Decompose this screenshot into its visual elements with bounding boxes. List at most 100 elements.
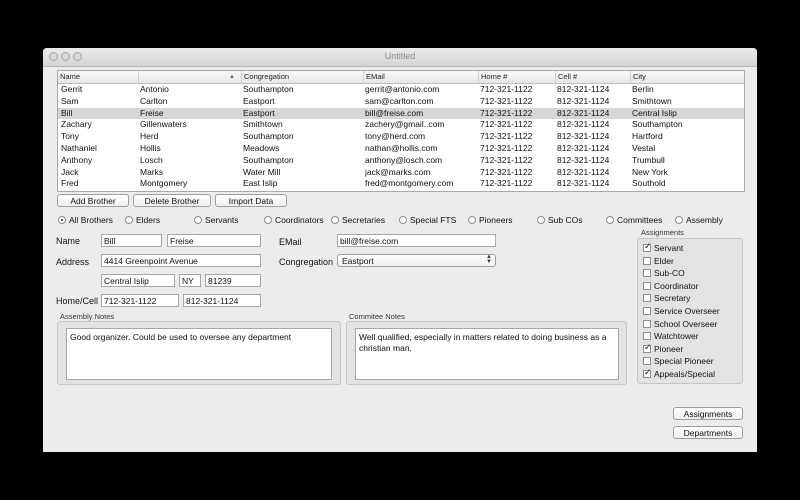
filter-radio-servants[interactable]: Servants <box>194 214 239 226</box>
table-cell-last-name: Antonio <box>140 84 169 94</box>
first-name-field[interactable]: Bill <box>101 234 162 247</box>
table-cell-city: Vestal <box>632 143 656 153</box>
table-row[interactable]: Anthony Losch Southampton anthony@losch.com… <box>58 155 744 167</box>
table-cell-last-name: Freise <box>140 107 164 118</box>
checkbox-box <box>643 241 652 254</box>
filter-radio-sub-cos[interactable]: Sub COs <box>537 214 583 226</box>
table-row[interactable]: Zachary Gillenwaters Smithtown zachery@gmai… <box>58 119 744 131</box>
table-row[interactable]: Jack Marks Water Mill jack@marks.com 712-321… <box>58 167 744 179</box>
table-cell-city: New York <box>632 166 668 177</box>
committee-notes-title: Commitee Notes <box>349 312 405 321</box>
zip-field[interactable]: 81239 <box>205 274 261 287</box>
table-cell-first-name: Anthony <box>61 154 93 165</box>
assignment-checkbox-elder[interactable]: Elder <box>643 255 674 268</box>
delete-brother-button[interactable]: Delete Brother <box>133 194 211 207</box>
checkbox-box <box>643 332 651 341</box>
assignment-checkbox-secretary[interactable]: Secretary <box>643 292 690 305</box>
table-cell-email: sam@carlton.com <box>365 95 434 106</box>
table-row[interactable]: Fred Montgomery East Islip fred@montgomery.… <box>58 178 744 190</box>
radio-dot <box>399 216 407 224</box>
checkbox-label: Pioneer <box>654 343 684 354</box>
table-cell-cell-phone: 812-321-1124 <box>557 107 610 118</box>
table-row[interactable]: Gerrit Antonio Southampton gerrit@antonio.c… <box>58 84 744 96</box>
table-cell-congregation: Southampton <box>243 131 294 142</box>
table-cell-cell-phone: 812-321-1124 <box>557 119 610 130</box>
filter-radio-secretaries[interactable]: Secretaries <box>331 214 385 226</box>
column-header-name[interactable]: Name <box>58 71 138 83</box>
state-field[interactable]: NY <box>179 274 201 287</box>
table-cell-congregation: Eastport <box>243 107 275 118</box>
import-data-button[interactable]: Import Data <box>215 194 287 207</box>
column-header-surname[interactable]: ▲ <box>138 71 241 83</box>
table-cell-email: anthony@losch.com <box>365 154 443 165</box>
table-cell-cell-phone: 812-321-1124 <box>557 143 610 153</box>
table-row[interactable]: Bill Freise Eastport bill@freise.com 712-321… <box>58 107 744 120</box>
filter-radio-special-fts[interactable]: Special FTS <box>399 214 456 226</box>
table-row[interactable]: Nathaniel Hollis Meadows nathan@hollis.com 7… <box>58 143 744 155</box>
column-header-city[interactable]: City <box>630 71 744 83</box>
table-row[interactable]: Tony Herd Southampton tony@herd.com 712-321-… <box>58 131 744 143</box>
home-phone-field[interactable]: 712-321-1122 <box>101 294 179 307</box>
assignment-checkbox-school-overseer[interactable]: School Overseer <box>643 318 717 331</box>
table-cell-city: Central Islip <box>632 107 677 118</box>
table-cell-last-name: Herd <box>140 131 159 142</box>
assignments-title: Assignments <box>641 228 684 237</box>
filter-radio-pioneers[interactable]: Pioneers <box>468 214 513 226</box>
table-cell-last-name: Montgomery <box>140 178 188 189</box>
email-field[interactable]: bill@freise.com <box>337 234 496 247</box>
committee-notes-textarea[interactable]: Well qualified, especially in matters re… <box>355 328 619 380</box>
assignments-button[interactable]: Assignments <box>673 407 743 420</box>
assignment-checkbox-coordinator[interactable]: Coordinator <box>643 280 698 293</box>
filter-radio-elders[interactable]: Elders <box>125 214 160 226</box>
checkbox-label: Servant <box>654 243 684 253</box>
table-cell-first-name: Gerrit <box>61 84 83 94</box>
column-header-home-phone[interactable]: Home # <box>478 71 555 83</box>
table-cell-email: nathan@hollis.com <box>365 143 438 153</box>
checkbox-label: Special Pioneer <box>654 356 714 367</box>
checkbox-label: Appeals/Special <box>654 369 715 379</box>
updown-arrows-icon: ▲ ▼ <box>486 254 492 265</box>
column-header-email[interactable]: EMail <box>363 71 478 83</box>
column-header-congregation[interactable]: Congregation <box>241 71 363 83</box>
column-header-cell-phone[interactable]: Cell # <box>555 71 630 83</box>
table-cell-last-name: Carlton <box>140 95 168 106</box>
table-cell-city: Hartford <box>632 131 663 142</box>
filter-radio-all-brothers[interactable]: All Brothers <box>58 214 113 226</box>
assignment-checkbox-pioneer[interactable]: Pioneer <box>643 342 684 356</box>
checkbox-label: Watchtower <box>654 331 699 342</box>
assignment-checkbox-sub-co[interactable]: Sub-CO <box>643 267 685 280</box>
radio-dot <box>468 216 476 224</box>
filter-radio-committees[interactable]: Committees <box>606 214 662 226</box>
table-cell-email: fred@montgomery.com <box>365 178 454 189</box>
cell-phone-field[interactable]: 812-321-1124 <box>183 294 261 307</box>
last-name-field[interactable]: Freise <box>167 234 261 247</box>
congregation-label: Congregation <box>279 257 334 267</box>
checkbox-box <box>643 307 651 315</box>
radio-dot <box>194 216 202 224</box>
city-field[interactable]: Central Islip <box>101 274 175 287</box>
assignments-group: Servant Elder Sub-COCoordinator Secretary Se… <box>637 238 743 384</box>
filter-radio-coordinators[interactable]: Coordinators <box>264 214 324 226</box>
checkbox-box <box>643 319 651 328</box>
radio-dot <box>537 216 545 224</box>
assembly-notes-textarea[interactable]: Good organizer. Could be used to oversee… <box>66 328 332 380</box>
assignment-checkbox-service-overseer[interactable]: Service Overseer <box>643 305 720 318</box>
table-cell-first-name: Sam <box>61 95 79 106</box>
street-field[interactable]: 4414 Greenpoint Avenue <box>101 254 261 267</box>
checkbox-box <box>643 256 651 265</box>
table-row[interactable]: Sam Carlton Eastport sam@carlton.com 712-321… <box>58 96 744 108</box>
title-bar: Untitled <box>43 48 757 67</box>
brothers-table[interactable]: Name ▲ Congregation EMail Home # Cell # … <box>57 70 745 192</box>
checkbox-label: Coordinator <box>654 280 699 291</box>
assignment-checkbox-appeals-special[interactable]: Appeals/Special <box>643 367 715 381</box>
congregation-select[interactable]: Eastport ▲ ▼ <box>337 254 496 267</box>
table-cell-home-phone: 712-321-1122 <box>480 154 533 165</box>
filter-radio-assembly[interactable]: Assembly <box>675 214 723 226</box>
table-cell-home-phone: 712-321-1122 <box>480 84 533 94</box>
add-brother-button[interactable]: Add Brother <box>57 194 129 207</box>
departments-button[interactable]: Departments <box>673 426 743 439</box>
assignment-checkbox-special-pioneer[interactable]: Special Pioneer <box>643 355 714 368</box>
table-cell-last-name: Gillenwaters <box>140 119 187 130</box>
assignment-checkbox-servant[interactable]: Servant <box>643 241 684 255</box>
table-cell-congregation: East Islip <box>243 178 278 189</box>
